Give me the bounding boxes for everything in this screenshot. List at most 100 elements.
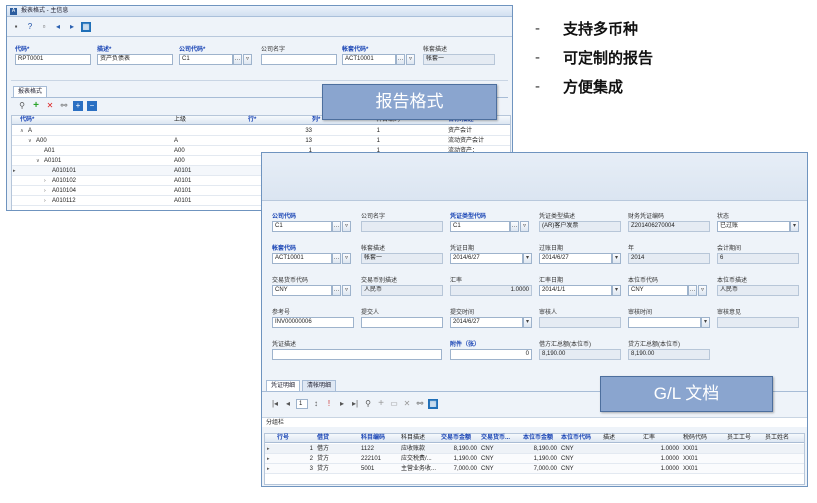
ledger-code-field[interactable]: ACT10001: [342, 54, 396, 65]
add-icon[interactable]: +: [376, 398, 386, 409]
lookup-button[interactable]: …: [332, 285, 341, 296]
tab-report-format[interactable]: 报表格式: [13, 86, 48, 97]
form-field[interactable]: [628, 317, 701, 328]
code-field[interactable]: RPT0001: [15, 54, 91, 65]
company-name-field[interactable]: [261, 54, 337, 65]
chevron-down-icon[interactable]: ▾: [612, 285, 621, 296]
form-field[interactable]: C1: [272, 221, 332, 232]
col-parent[interactable]: 上级: [174, 116, 186, 125]
binoculars-icon[interactable]: ⚲: [17, 101, 27, 111]
column-header[interactable]: 描述: [603, 434, 615, 443]
expand-toggle[interactable]: ∨: [36, 156, 40, 166]
filter-icon[interactable]: ▿: [520, 221, 529, 232]
form-field[interactable]: [361, 317, 443, 328]
expand-toggle[interactable]: ›: [44, 176, 46, 186]
form-field[interactable]: [272, 349, 442, 360]
table-row[interactable]: ▸ 3 贷方 5001 主营业务收... 7,000.00 CNY 7,000.00 CNY 1.…: [265, 464, 804, 474]
delete-icon[interactable]: ✕: [45, 101, 55, 111]
cell-parent: A00: [174, 148, 185, 154]
form-field[interactable]: ACT10001: [272, 253, 332, 264]
company-lookup-button[interactable]: …: [233, 54, 242, 65]
column-header[interactable]: 汇率: [643, 434, 655, 443]
prev-page-icon[interactable]: ◂: [283, 399, 293, 409]
lookup-button[interactable]: …: [332, 253, 341, 264]
ledger-filter-icon[interactable]: ▿: [406, 54, 415, 65]
column-header[interactable]: 员工姓名: [765, 434, 789, 443]
add-icon[interactable]: +: [31, 100, 41, 111]
form-field[interactable]: 0: [450, 349, 532, 360]
last-page-icon[interactable]: ▸|: [350, 399, 360, 409]
next-page-icon[interactable]: ▸: [337, 399, 347, 409]
form-field: 人民币: [361, 285, 443, 296]
column-header[interactable]: 交易币金额: [441, 434, 471, 443]
table-row[interactable]: ▸ 2 贷方 222101 应交税费/... 1,190.00 CNY 1,190.00 CNY…: [265, 454, 804, 464]
column-header[interactable]: 税码代码: [683, 434, 707, 443]
form-field[interactable]: 已过账: [717, 221, 790, 232]
form-field[interactable]: CNY: [272, 285, 332, 296]
column-header[interactable]: 科目描述: [401, 434, 425, 443]
table-row[interactable]: ∧ A 33 1 资产会计: [12, 126, 510, 136]
form-field[interactable]: 2014/6/27: [450, 317, 523, 328]
column-header[interactable]: 行号: [277, 434, 289, 443]
form-field[interactable]: INV00000006: [272, 317, 354, 328]
chevron-down-icon[interactable]: ▾: [701, 317, 710, 328]
tab-clearing-details[interactable]: 清帐明细: [302, 380, 337, 391]
table-cell: 222101: [361, 456, 382, 462]
column-header[interactable]: 本位币金额: [523, 434, 553, 443]
chevron-down-icon[interactable]: ▾: [523, 317, 532, 328]
tab-voucher-details[interactable]: 凭证明细: [266, 380, 301, 391]
form-field[interactable]: C1: [450, 221, 510, 232]
filter-icon[interactable]: ▿: [342, 285, 351, 296]
description-field[interactable]: 资产负债表: [97, 54, 173, 65]
report-icon[interactable]: ▦: [428, 398, 438, 409]
filter-icon[interactable]: ▿: [342, 221, 351, 232]
copy-icon[interactable]: ▭: [389, 399, 399, 409]
delete-icon[interactable]: ✕: [402, 399, 412, 409]
link-icon[interactable]: ⚯: [59, 101, 69, 111]
column-header[interactable]: 交易货币...: [481, 434, 510, 443]
new-document-icon[interactable]: ▫: [39, 22, 49, 32]
first-page-icon[interactable]: |◂: [270, 399, 280, 409]
form-field[interactable]: CNY: [628, 285, 688, 296]
company-filter-icon[interactable]: ▿: [243, 54, 252, 65]
collapse-icon[interactable]: −: [87, 100, 97, 111]
chevron-down-icon[interactable]: ▾: [523, 253, 532, 264]
col-code[interactable]: 代码*: [20, 116, 34, 125]
expand-toggle[interactable]: ›: [44, 196, 46, 206]
filter-icon[interactable]: ▿: [342, 253, 351, 264]
expand-toggle[interactable]: ∧: [20, 126, 24, 136]
link-icon[interactable]: ⚯: [415, 399, 425, 409]
expand-toggle[interactable]: ∨: [28, 136, 32, 146]
form-field[interactable]: 2014/6/27: [539, 253, 612, 264]
table-row[interactable]: ▸ 1 借方 1122 应收账款 8,190.00 CNY 8,190.00 CNY 1.0000…: [265, 444, 804, 454]
table-cell: 1,190.00: [533, 456, 557, 462]
expand-toggle[interactable]: ›: [44, 186, 46, 196]
ledger-lookup-button[interactable]: …: [396, 54, 405, 65]
save-icon[interactable]: ▪: [11, 22, 21, 32]
table-cell: 2: [309, 456, 313, 462]
col-row[interactable]: 行*: [248, 116, 256, 125]
chevron-down-icon[interactable]: ▾: [790, 221, 799, 232]
page-number-input[interactable]: 1: [296, 398, 308, 409]
back-arrow-icon[interactable]: ◂: [53, 22, 63, 32]
column-header[interactable]: 本位币代码: [561, 434, 591, 443]
filter-icon[interactable]: ▿: [698, 285, 707, 296]
column-header[interactable]: 借贷: [317, 434, 329, 443]
column-header[interactable]: 员工工号: [727, 434, 751, 443]
report-icon[interactable]: ▦: [81, 21, 91, 32]
lookup-button[interactable]: …: [332, 221, 341, 232]
column-header[interactable]: 科目编码: [361, 434, 385, 443]
lookup-button[interactable]: …: [688, 285, 697, 296]
table-row[interactable]: ∨ A00 A 13 1 流动资产会计: [12, 136, 510, 146]
expand-icon[interactable]: +: [73, 100, 83, 111]
binoculars-icon[interactable]: ⚲: [363, 399, 373, 409]
form-field[interactable]: 2014/6/27: [450, 253, 523, 264]
col-column[interactable]: 列*: [312, 116, 320, 125]
forward-arrow-icon[interactable]: ▸: [67, 22, 77, 32]
company-code-field[interactable]: C1: [179, 54, 233, 65]
lookup-button[interactable]: …: [510, 221, 519, 232]
chevron-down-icon[interactable]: ▾: [612, 253, 621, 264]
help-icon[interactable]: ?: [25, 22, 35, 32]
form-field[interactable]: 2014/1/1: [539, 285, 612, 296]
page-spinner-icon[interactable]: ↕: [311, 399, 321, 409]
